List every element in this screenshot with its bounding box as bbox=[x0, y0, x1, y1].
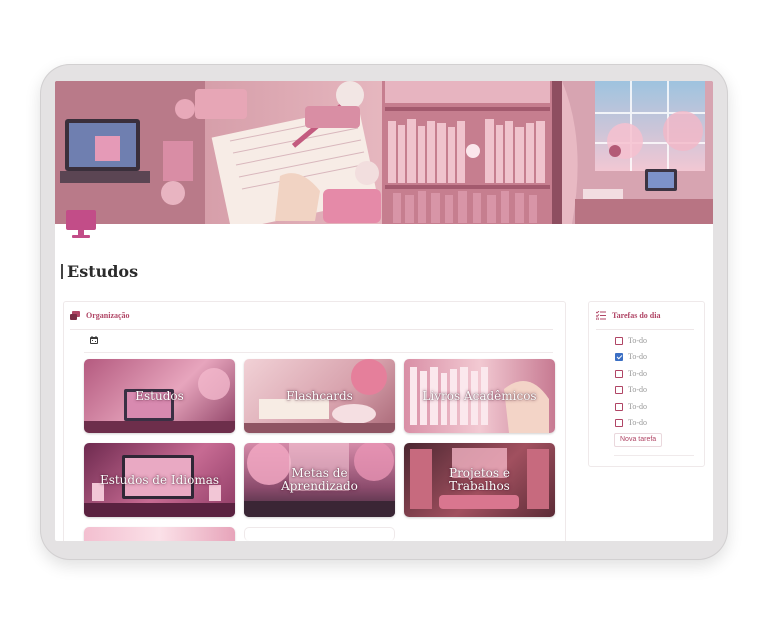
todo-text: To-do bbox=[628, 402, 647, 411]
tarefas-label: Tarefas do dia bbox=[612, 311, 661, 320]
card-metas-de-aprendizado[interactable]: Metas de Aprendizado bbox=[244, 443, 395, 517]
card-estudos[interactable]: Estudos bbox=[84, 359, 235, 433]
todo-text: To-do bbox=[628, 385, 647, 394]
page-title-text: Estudos bbox=[67, 262, 139, 281]
card-partial[interactable] bbox=[84, 527, 235, 541]
todo-checkbox[interactable] bbox=[615, 352, 623, 361]
card-projetos-e-trabalhos[interactable]: Projetos e Trabalhos bbox=[404, 443, 555, 517]
card-livros-academicos[interactable]: Livros Acadêmicos bbox=[404, 359, 555, 433]
card-title: Projetos e Trabalhos bbox=[449, 466, 510, 493]
card-estudos-de-idiomas[interactable]: Estudos de Idiomas bbox=[84, 443, 235, 517]
todo-item[interactable]: To-do bbox=[615, 385, 647, 394]
cover-image[interactable] bbox=[55, 81, 713, 224]
todo-checkbox[interactable] bbox=[615, 402, 623, 411]
divider bbox=[84, 352, 553, 353]
divider bbox=[614, 455, 694, 456]
organizacao-header[interactable]: Organização bbox=[70, 311, 130, 320]
divider bbox=[70, 329, 553, 330]
page-title: Estudos bbox=[61, 262, 138, 281]
todo-text: To-do bbox=[628, 336, 647, 345]
todo-checkbox[interactable] bbox=[615, 385, 623, 394]
notion-page: Estudos Organização Estudos Flashcards L… bbox=[55, 81, 713, 541]
todo-item[interactable]: To-do bbox=[615, 418, 647, 427]
todo-text: To-do bbox=[628, 418, 647, 427]
card-title: Metas de Aprendizado bbox=[281, 466, 358, 493]
organizacao-label: Organização bbox=[86, 311, 130, 320]
card-title: Livros Acadêmicos bbox=[422, 388, 537, 403]
calendar-icon[interactable] bbox=[90, 336, 98, 344]
checklist-icon bbox=[596, 311, 606, 320]
todo-item[interactable]: To-do bbox=[615, 369, 647, 378]
divider bbox=[596, 329, 694, 330]
cards-stack-icon bbox=[70, 311, 80, 320]
todo-checkbox[interactable] bbox=[615, 369, 623, 378]
card-title: Estudos bbox=[135, 388, 184, 403]
desktop-monitor-icon[interactable] bbox=[65, 209, 97, 239]
todo-item[interactable]: To-do bbox=[615, 352, 647, 361]
card-title: Estudos de Idiomas bbox=[99, 472, 220, 487]
todo-checkbox[interactable] bbox=[615, 418, 623, 427]
card-title: Flashcards bbox=[286, 388, 353, 403]
todo-text: To-do bbox=[628, 369, 647, 378]
card-empty[interactable] bbox=[244, 527, 395, 541]
card-flashcards[interactable]: Flashcards bbox=[244, 359, 395, 433]
todo-item[interactable]: To-do bbox=[615, 402, 647, 411]
todo-checkbox[interactable] bbox=[615, 336, 623, 345]
nova-tarefa-button[interactable]: Nova tarefa bbox=[614, 433, 663, 447]
tarefas-panel: Tarefas do dia To-do To-do To-do To-do T… bbox=[588, 301, 705, 467]
title-bar-decoration bbox=[61, 264, 63, 279]
tarefas-header[interactable]: Tarefas do dia bbox=[596, 311, 660, 320]
organizacao-panel: Organização Estudos Flashcards Livros Ac… bbox=[63, 301, 566, 541]
todo-item[interactable]: To-do bbox=[615, 336, 647, 345]
todo-text: To-do bbox=[628, 352, 647, 361]
